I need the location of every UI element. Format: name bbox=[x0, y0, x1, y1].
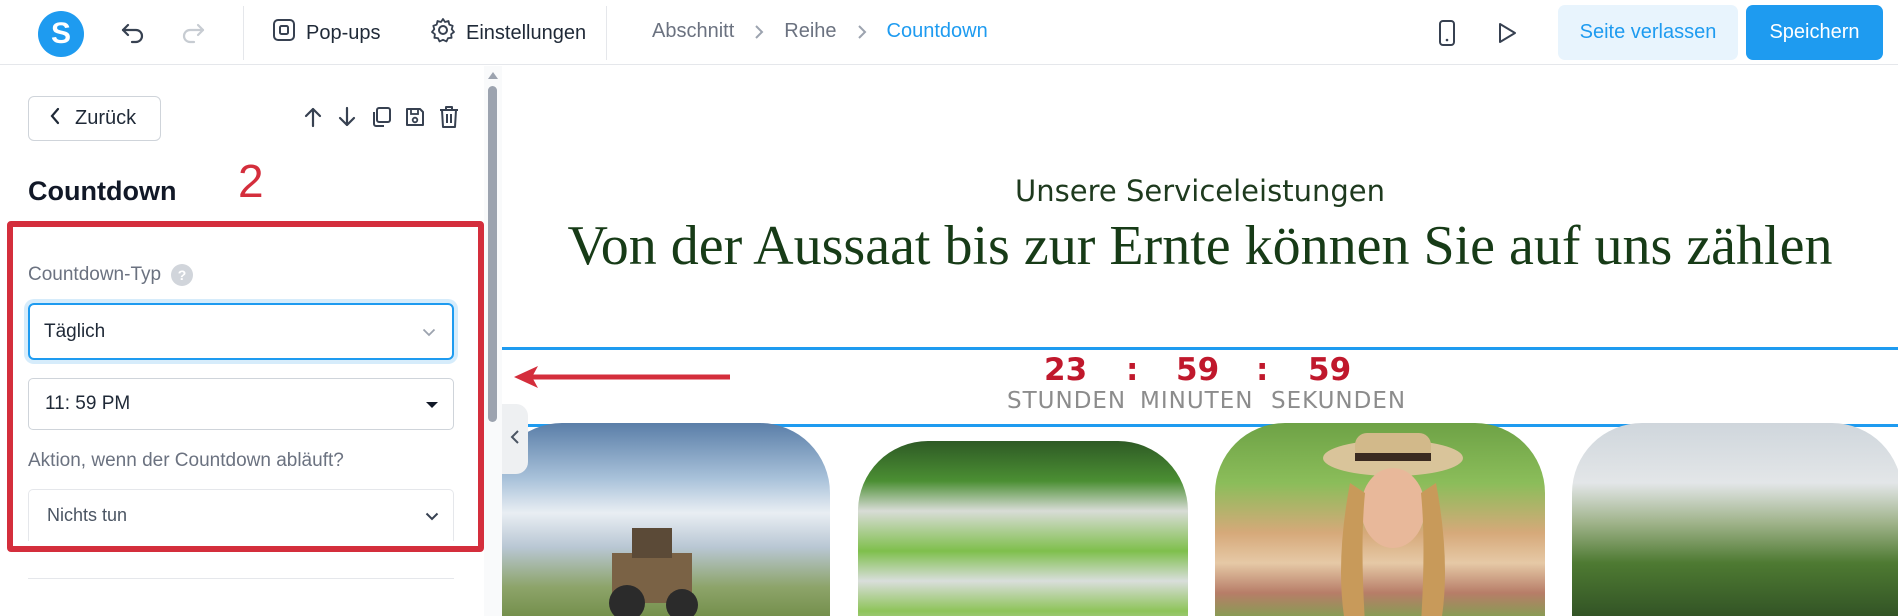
settings-button[interactable]: Einstellungen bbox=[430, 14, 586, 52]
collapse-panel-tab[interactable] bbox=[502, 404, 528, 474]
leave-page-button[interactable]: Seite verlassen bbox=[1558, 5, 1738, 60]
countdown-seconds-label: SEKUNDEN bbox=[1271, 388, 1407, 414]
tractor-field-image bbox=[502, 423, 830, 616]
trash-icon[interactable] bbox=[436, 104, 462, 130]
hydroponic-lettuce-image bbox=[858, 441, 1188, 616]
popups-label: Pop-ups bbox=[306, 21, 381, 44]
toolbar-divider bbox=[606, 6, 607, 60]
element-tools bbox=[300, 104, 462, 130]
play-icon[interactable] bbox=[1490, 16, 1524, 50]
countdown-hours: 23 bbox=[1044, 352, 1088, 388]
settings-panel: Zurück Countdown 2 Countdown-Typ ? Tägli… bbox=[0, 66, 502, 616]
chevron-down-icon bbox=[422, 321, 436, 343]
gear-icon bbox=[430, 17, 456, 49]
countdown-type-label: Countdown-Typ ? bbox=[28, 264, 194, 286]
countdown-hours-label: STUNDEN bbox=[1007, 388, 1127, 414]
countdown-minutes-label: MINUTEN bbox=[1140, 388, 1254, 414]
save-button[interactable]: Speichern bbox=[1746, 5, 1883, 60]
countdown-seconds: 59 bbox=[1308, 352, 1352, 388]
scrollbar-thumb[interactable] bbox=[488, 86, 497, 422]
undo-icon[interactable] bbox=[116, 16, 150, 50]
page-canvas: Unsere Serviceleistungen Von der Aussaat… bbox=[502, 66, 1898, 616]
countdown-separator: : bbox=[1126, 352, 1139, 388]
top-toolbar: S Pop-ups Einstellungen Abschnitt Reihe … bbox=[0, 0, 1898, 65]
countdown-type-value: Täglich bbox=[44, 320, 106, 342]
move-down-icon[interactable] bbox=[334, 104, 360, 130]
annotation-arrow-icon bbox=[514, 366, 730, 388]
scroll-up-arrow-icon[interactable] bbox=[488, 72, 498, 79]
section-headline[interactable]: Von der Aussaat bis zur Ernte können Sie… bbox=[502, 214, 1898, 278]
chevron-right-icon bbox=[857, 24, 867, 40]
breadcrumb-item-row[interactable]: Reihe bbox=[784, 20, 836, 43]
expiry-action-value: Nichts tun bbox=[47, 505, 128, 525]
countdown-type-label-text: Countdown-Typ bbox=[28, 264, 162, 285]
chevron-down-icon bbox=[425, 505, 439, 526]
breadcrumb-item-countdown[interactable]: Countdown bbox=[887, 20, 988, 43]
section-subtitle[interactable]: Unsere Serviceleistungen bbox=[502, 174, 1898, 208]
countdown-time-value: 11: 59 PM bbox=[45, 393, 131, 414]
duplicate-icon[interactable] bbox=[368, 104, 394, 130]
redo-icon[interactable] bbox=[176, 16, 210, 50]
save-icon[interactable] bbox=[402, 104, 428, 130]
expiry-action-select[interactable]: Nichts tun bbox=[28, 489, 454, 541]
move-up-icon[interactable] bbox=[300, 104, 326, 130]
chevron-right-icon bbox=[754, 24, 764, 40]
annotation-number: 2 bbox=[238, 155, 264, 207]
popups-icon bbox=[272, 18, 296, 48]
chevron-left-icon bbox=[510, 429, 520, 450]
settings-label: Einstellungen bbox=[466, 21, 587, 44]
help-icon[interactable]: ? bbox=[171, 264, 194, 286]
expiry-action-label: Aktion, wenn der Countdown abläuft? bbox=[28, 450, 344, 471]
countdown-selection-top-border bbox=[502, 347, 1898, 350]
popups-button[interactable]: Pop-ups bbox=[272, 14, 381, 52]
countdown-minutes: 59 bbox=[1176, 352, 1220, 388]
back-label: Zurück bbox=[75, 107, 137, 129]
countdown-time-field[interactable]: 11: 59 PM bbox=[28, 378, 454, 430]
breadcrumb: Abschnitt Reihe Countdown bbox=[652, 20, 988, 43]
back-button[interactable]: Zurück bbox=[28, 96, 161, 141]
greenhouse-plants-image bbox=[1572, 423, 1898, 616]
panel-scrollbar[interactable] bbox=[484, 66, 502, 616]
caret-down-icon bbox=[425, 393, 439, 415]
toolbar-divider bbox=[243, 6, 244, 60]
mobile-preview-icon[interactable] bbox=[1430, 16, 1464, 50]
breadcrumb-item-section[interactable]: Abschnitt bbox=[652, 20, 734, 43]
panel-title: Countdown bbox=[28, 176, 177, 206]
app-logo[interactable]: S bbox=[38, 11, 84, 57]
woman-in-field-image bbox=[1215, 423, 1545, 616]
chevron-left-icon bbox=[49, 107, 61, 131]
countdown-type-select[interactable]: Täglich bbox=[28, 303, 454, 360]
countdown-separator: : bbox=[1256, 352, 1269, 388]
panel-divider bbox=[28, 578, 454, 579]
